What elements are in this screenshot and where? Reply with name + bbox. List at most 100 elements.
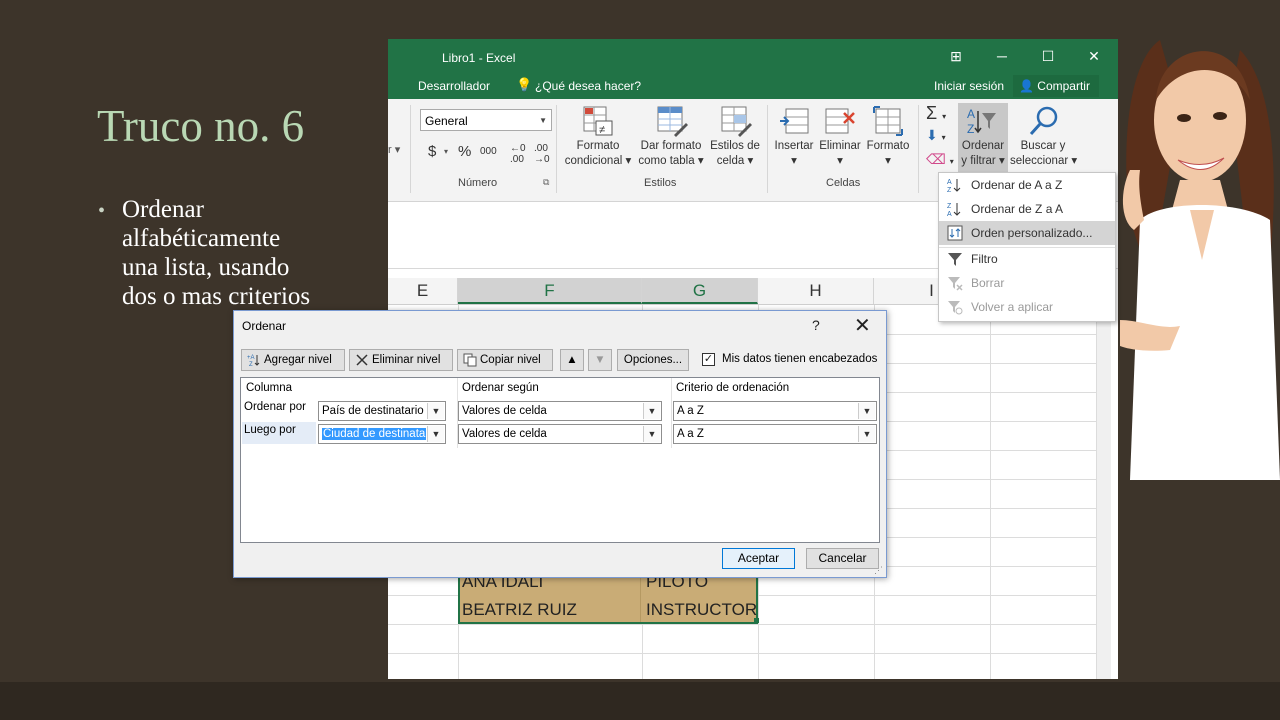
ribbon-display-options-icon[interactable]: ⊞ — [936, 44, 976, 68]
number-format-select[interactable]: General ▼ — [420, 109, 552, 131]
column-header-f[interactable]: F — [458, 278, 642, 304]
menu-item-sort-z-a[interactable]: ZA Ordenar de Z a A — [939, 197, 1115, 221]
menu-item-sort-a-z[interactable]: AZ Ordenar de A a Z — [939, 173, 1115, 197]
cell-styles-line1: Estilos de — [710, 140, 760, 152]
then-by-sort-on-select[interactable]: Valores de celda ▼ — [458, 424, 662, 444]
format-as-table-button[interactable]: Dar formato como tabla ▾ — [636, 139, 706, 169]
sort-filter-line2: y filtrar — [961, 155, 996, 167]
sort-by-sort-on-select[interactable]: Valores de celda ▼ — [458, 401, 662, 421]
grid-line — [990, 305, 991, 679]
grid-line — [388, 624, 1096, 625]
ok-button[interactable]: Aceptar — [722, 548, 795, 569]
delete-level-button[interactable]: Eliminar nivel — [349, 349, 453, 371]
close-window-button[interactable]: ✕ — [1074, 44, 1114, 68]
menu-item-custom-sort[interactable]: Orden personalizado... — [939, 221, 1115, 245]
select-value: Valores de celda — [462, 405, 547, 417]
delete-button[interactable]: Eliminar ▾ — [816, 139, 864, 169]
chevron-down-icon: ▼ — [427, 403, 444, 419]
copy-level-button[interactable]: Copiar nivel — [457, 349, 553, 371]
group-label-numero: Número — [458, 177, 498, 189]
find-select-button[interactable]: Buscar y seleccionar ▾ — [1010, 139, 1077, 169]
group-label-celdas: Celdas — [826, 177, 861, 189]
share-label: Compartir — [1037, 79, 1090, 93]
sort-by-column-select[interactable]: País de destinatario ▼ — [318, 401, 446, 421]
move-up-button[interactable]: ▲ — [560, 349, 584, 371]
fill-handle[interactable] — [754, 618, 759, 623]
reapply-icon — [948, 301, 963, 315]
cell-name[interactable]: BEATRIZ RUIZ — [462, 600, 577, 620]
grid-separator — [671, 378, 672, 448]
help-button[interactable]: ? — [812, 317, 820, 333]
add-level-button[interactable]: +A Z Agregar nivel — [241, 349, 345, 371]
fill-icon[interactable]: ⬇ ▾ — [926, 127, 946, 144]
svg-text:≠: ≠ — [599, 124, 605, 136]
thousands-button[interactable]: 000 — [480, 146, 497, 157]
cell-styles-button[interactable]: Estilos de celda ▾ — [706, 139, 764, 169]
cancel-button[interactable]: Cancelar — [806, 548, 879, 569]
arrow-down-icon: ▼ — [594, 354, 606, 366]
group-separator — [767, 105, 768, 193]
tab-desarrollador[interactable]: Desarrollador — [418, 79, 490, 93]
sort-by-order-select[interactable]: A a Z ▼ — [673, 401, 877, 421]
move-down-button[interactable]: ▼ — [588, 349, 612, 371]
menu-item-filter[interactable]: Filtro — [939, 247, 1115, 271]
menu-item-label: Ordenar de Z a A — [971, 202, 1064, 216]
maximize-button[interactable]: ☐ — [1028, 44, 1068, 68]
arrow-up-icon: ▲ — [566, 354, 578, 366]
column-header-g[interactable]: G — [642, 278, 758, 304]
sort-levels-grid: Columna Ordenar según Criterio de ordena… — [240, 377, 880, 543]
autosum-icon[interactable]: Σ ▾ — [926, 103, 946, 124]
menu-item-clear-filter[interactable]: Borrar — [939, 271, 1115, 295]
percent-button[interactable]: % — [458, 143, 471, 160]
sort-filter-line1: Ordenar — [961, 140, 1005, 152]
column-header-e[interactable]: E — [388, 278, 458, 304]
sign-in-link[interactable]: Iniciar sesión — [934, 79, 1004, 93]
delete-cells-icon — [825, 108, 855, 134]
decrease-decimal-icon[interactable]: .00 →0 — [534, 143, 550, 165]
column-header-h[interactable]: H — [758, 278, 874, 304]
chevron-down-icon: ▼ — [858, 426, 875, 442]
cell-role[interactable]: INSTRUCTOR — [646, 600, 757, 620]
cell-styles-icon — [721, 106, 752, 137]
menu-item-reapply[interactable]: Volver a aplicar — [939, 295, 1115, 319]
conditional-format-line2: condicional — [564, 155, 623, 167]
has-headers-label: Mis datos tienen encabezados — [722, 353, 878, 365]
increase-decimal-icon[interactable]: ←0.00 — [510, 143, 526, 165]
group-separator — [918, 105, 919, 193]
conditional-format-button[interactable]: Formato condicional ▾ — [560, 139, 636, 169]
vertical-scrollbar[interactable] — [1096, 268, 1111, 679]
share-button[interactable]: 👤 Compartir — [1013, 75, 1099, 97]
delete-level-label: Eliminar nivel — [372, 354, 441, 366]
select-value: Valores de celda — [462, 428, 547, 440]
tell-me-box[interactable]: ¿Qué desea hacer? — [535, 79, 641, 93]
insert-button[interactable]: Insertar ▾ — [770, 139, 818, 169]
clear-icon[interactable]: ⌫ ▾ — [926, 151, 954, 168]
header-sort-on: Ordenar según — [462, 382, 539, 394]
chevron-down-icon: ▾ — [444, 147, 449, 156]
header-order: Criterio de ordenación — [676, 382, 790, 394]
currency-button[interactable]: $ — [428, 143, 436, 160]
magnifier-icon — [1029, 106, 1058, 136]
dialog-launcher-icon[interactable]: ⧉ — [543, 177, 549, 188]
number-format-value: General — [425, 114, 468, 128]
svg-text:A: A — [947, 211, 952, 217]
close-icon[interactable]: ✕ — [854, 313, 871, 338]
minimize-button[interactable]: ─ — [982, 44, 1022, 68]
then-by-order-select[interactable]: A a Z ▼ — [673, 424, 877, 444]
format-as-table-line2: como tabla — [638, 155, 695, 167]
sort-filter-icon: AZ — [967, 107, 996, 136]
chevron-down-icon: ▼ — [539, 116, 547, 125]
has-headers-checkbox[interactable]: ✓ — [702, 353, 715, 366]
chevron-down-icon: ▼ — [427, 426, 444, 442]
options-button[interactable]: Opciones... — [617, 349, 689, 371]
then-by-column-select[interactable]: Ciudad de destinata ▼ — [318, 424, 446, 444]
cell-styles-line2: celda — [716, 155, 745, 167]
menu-item-label: Filtro — [971, 252, 998, 266]
resize-grip-icon[interactable]: ⋰ — [874, 565, 883, 576]
svg-text:Z: Z — [947, 203, 952, 210]
sort-filter-button[interactable]: Ordenar y filtrar ▾ — [956, 139, 1010, 169]
format-as-table-line1: Dar formato — [640, 140, 702, 152]
woman-illustration — [1120, 40, 1280, 480]
format-button[interactable]: Formato ▾ — [864, 139, 912, 169]
grid-line — [388, 653, 1096, 654]
